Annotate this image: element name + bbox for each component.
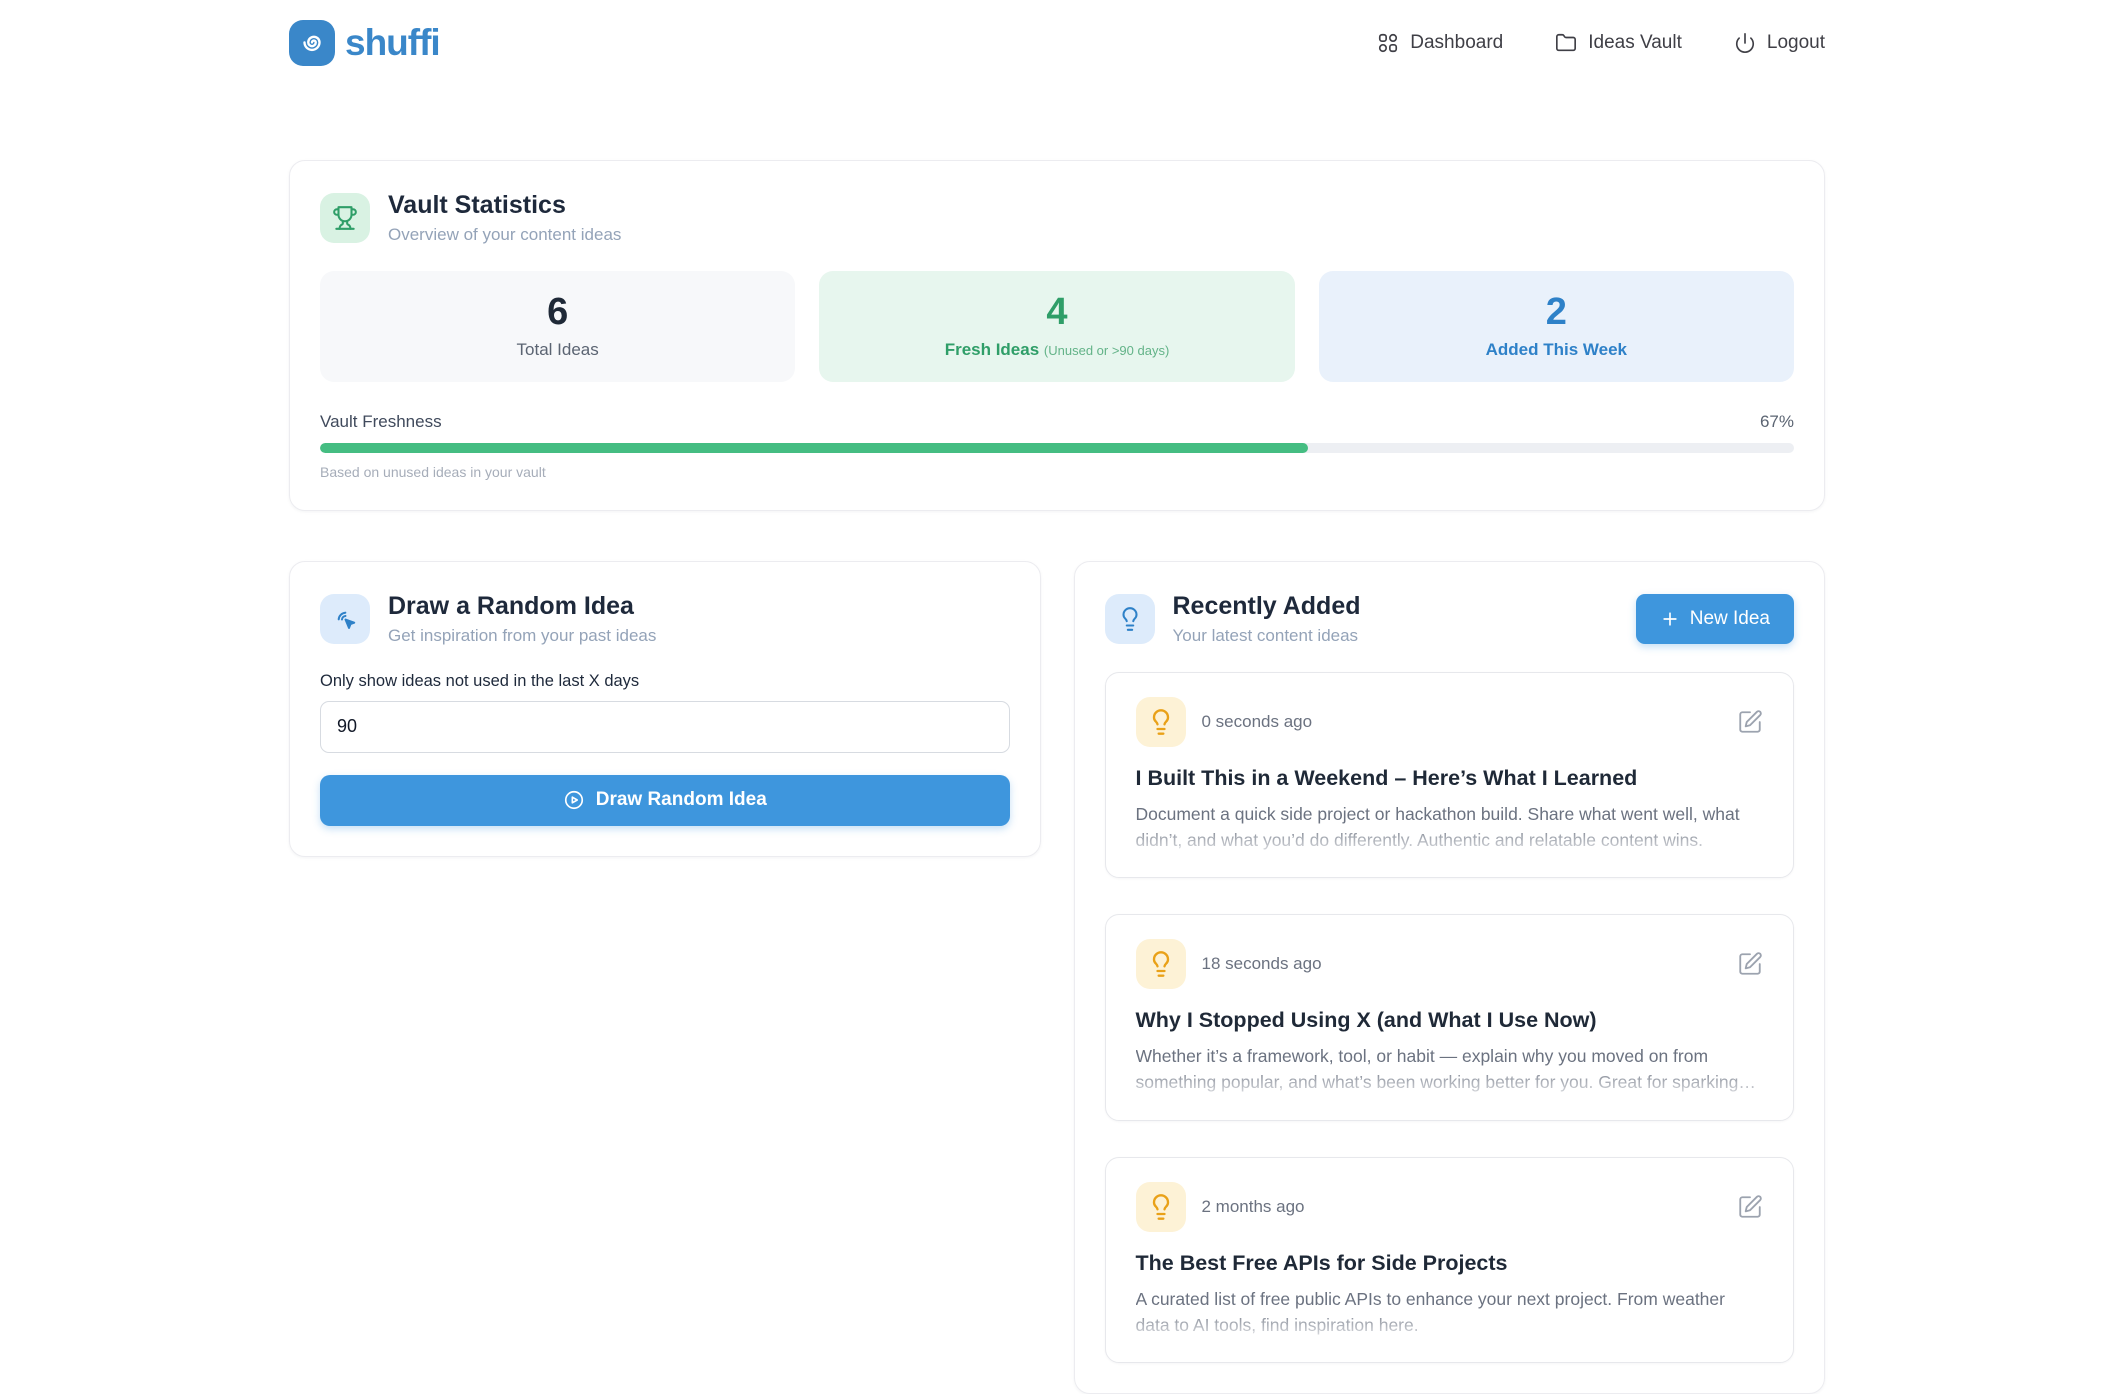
vault-statistics-title: Vault Statistics — [388, 191, 621, 220]
idea-card: 0 seconds ago I Built This in a Weekend … — [1105, 672, 1795, 879]
stats-row: 6 Total Ideas 4 Fresh Ideas (Unused or >… — [320, 271, 1794, 382]
stat-total-ideas: 6 Total Ideas — [320, 271, 795, 382]
edit-idea-button[interactable] — [1737, 709, 1763, 735]
app-header: shuffi Dashboard Ideas Vault — [289, 0, 1825, 86]
lightbulb-yellow-icon — [1136, 939, 1186, 989]
freshness-caption: Based on unused ideas in your vault — [320, 464, 1794, 480]
idea-timestamp: 2 months ago — [1202, 1197, 1738, 1217]
lightbulb-yellow-icon — [1136, 697, 1186, 747]
stat-fresh-label: Fresh Ideas (Unused or >90 days) — [829, 340, 1284, 360]
stat-added-value: 2 — [1329, 291, 1784, 335]
idea-description: Whether it’s a framework, tool, or habit… — [1136, 1043, 1764, 1096]
idea-title: I Built This in a Weekend – Here’s What … — [1136, 766, 1764, 791]
draw-random-idea-button[interactable]: Draw Random Idea — [320, 775, 1010, 826]
folder-icon — [1555, 32, 1577, 54]
stat-added-label: Added This Week — [1329, 340, 1784, 360]
brand-name: shuffi — [345, 22, 440, 64]
draw-random-idea-card: Draw a Random Idea Get inspiration from … — [289, 561, 1041, 857]
draw-button-label: Draw Random Idea — [596, 789, 767, 811]
days-filter-label: Only show ideas not used in the last X d… — [320, 672, 1010, 691]
main-content: Vault Statistics Overview of your conten… — [289, 160, 1825, 1394]
draw-card-title: Draw a Random Idea — [388, 592, 656, 621]
stat-added-week: 2 Added This Week — [1319, 271, 1794, 382]
edit-pencil-icon — [1737, 951, 1763, 977]
nav-item-dashboard[interactable]: Dashboard — [1377, 32, 1503, 54]
freshness-label: Vault Freshness — [320, 412, 442, 432]
idea-card: 18 seconds ago Why I Stopped Using X (an… — [1105, 914, 1795, 1121]
nav-label-logout: Logout — [1767, 32, 1825, 54]
freshness-progressbar — [320, 443, 1794, 453]
nav-label-dashboard: Dashboard — [1410, 32, 1503, 54]
vault-statistics-card: Vault Statistics Overview of your conten… — [289, 160, 1825, 511]
new-idea-button[interactable]: New Idea — [1636, 594, 1794, 644]
idea-timestamp: 18 seconds ago — [1202, 954, 1738, 974]
edit-pencil-icon — [1737, 1194, 1763, 1220]
main-nav: Dashboard Ideas Vault Logout — [1377, 32, 1825, 54]
stat-total-label: Total Ideas — [330, 340, 785, 360]
idea-title: Why I Stopped Using X (and What I Use No… — [1136, 1008, 1764, 1033]
nav-item-logout[interactable]: Logout — [1734, 32, 1825, 54]
stat-total-value: 6 — [330, 291, 785, 335]
plus-icon — [1660, 609, 1680, 629]
days-filter-input[interactable] — [320, 701, 1010, 753]
play-circle-icon — [563, 789, 585, 811]
new-idea-button-label: New Idea — [1690, 608, 1770, 630]
ideas-list: 0 seconds ago I Built This in a Weekend … — [1105, 672, 1795, 1364]
recent-card-title: Recently Added — [1173, 592, 1361, 621]
idea-title: The Best Free APIs for Side Projects — [1136, 1251, 1764, 1276]
recent-card-subtitle: Your latest content ideas — [1173, 626, 1361, 646]
idea-description: Document a quick side project or hackath… — [1136, 801, 1764, 854]
draw-card-subtitle: Get inspiration from your past ideas — [388, 626, 656, 646]
edit-idea-button[interactable] — [1737, 1194, 1763, 1220]
stat-fresh-value: 4 — [829, 291, 1284, 335]
brand-spiral-icon — [289, 20, 335, 66]
nav-label-ideas-vault: Ideas Vault — [1588, 32, 1682, 54]
app-logo[interactable]: shuffi — [289, 20, 440, 66]
stat-fresh-ideas: 4 Fresh Ideas (Unused or >90 days) — [819, 271, 1294, 382]
lightbulb-yellow-icon — [1136, 1182, 1186, 1232]
idea-timestamp: 0 seconds ago — [1202, 712, 1738, 732]
recently-added-card: Recently Added Your latest content ideas… — [1074, 561, 1826, 1394]
freshness-progress-fill — [320, 443, 1308, 453]
lightbulb-blue-icon — [1105, 594, 1155, 644]
power-icon — [1734, 32, 1756, 54]
freshness-percent: 67% — [1760, 412, 1794, 432]
idea-description: A curated list of free public APIs to en… — [1136, 1286, 1764, 1339]
idea-card: 2 months ago The Best Free APIs for Side… — [1105, 1157, 1795, 1364]
nav-item-ideas-vault[interactable]: Ideas Vault — [1555, 32, 1682, 54]
dashboard-grid-icon — [1377, 32, 1399, 54]
vault-freshness: Vault Freshness 67% Based on unused idea… — [320, 412, 1794, 480]
trophy-icon — [320, 193, 370, 243]
pointer-click-icon — [320, 594, 370, 644]
vault-statistics-subtitle: Overview of your content ideas — [388, 225, 621, 245]
edit-idea-button[interactable] — [1737, 951, 1763, 977]
stat-fresh-note: (Unused or >90 days) — [1044, 343, 1169, 358]
edit-pencil-icon — [1737, 709, 1763, 735]
